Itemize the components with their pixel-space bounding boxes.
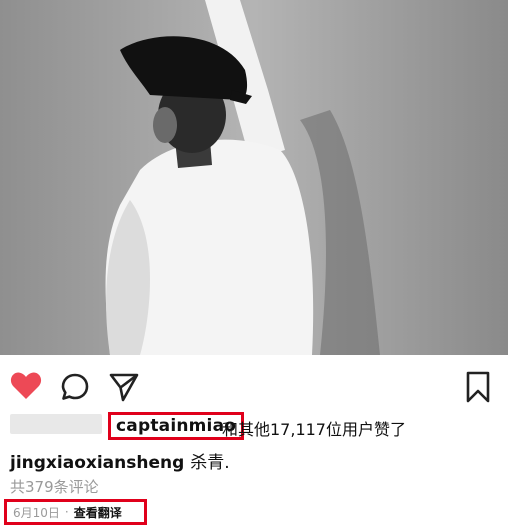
comment-icon[interactable]: [60, 372, 90, 402]
likes-line: captainmiao 和其他17,117位用户赞了: [10, 412, 500, 442]
action-bar: [0, 358, 508, 410]
post-date: 6月10日: [13, 505, 60, 520]
likes-count-text[interactable]: 和其他17,117位用户赞了: [222, 416, 406, 440]
view-comments-link[interactable]: 共379条评论: [10, 476, 99, 497]
heart-icon[interactable]: [10, 372, 42, 400]
bookmark-icon[interactable]: [464, 370, 492, 404]
post-photo[interactable]: [0, 0, 508, 355]
translate-link[interactable]: 查看翻译: [74, 504, 122, 521]
liker-username[interactable]: captainmiao: [116, 416, 236, 436]
redacted-avatar: [10, 414, 102, 434]
caption: jingxiaoxiansheng 杀青.: [10, 448, 230, 473]
photo-illustration: [0, 0, 508, 355]
caption-username[interactable]: jingxiaoxiansheng: [10, 453, 184, 473]
caption-text: 杀青.: [190, 453, 230, 473]
date-highlight: 6月10日 · 查看翻译: [4, 499, 147, 525]
send-icon[interactable]: [108, 372, 140, 402]
separator-dot: ·: [64, 505, 69, 519]
